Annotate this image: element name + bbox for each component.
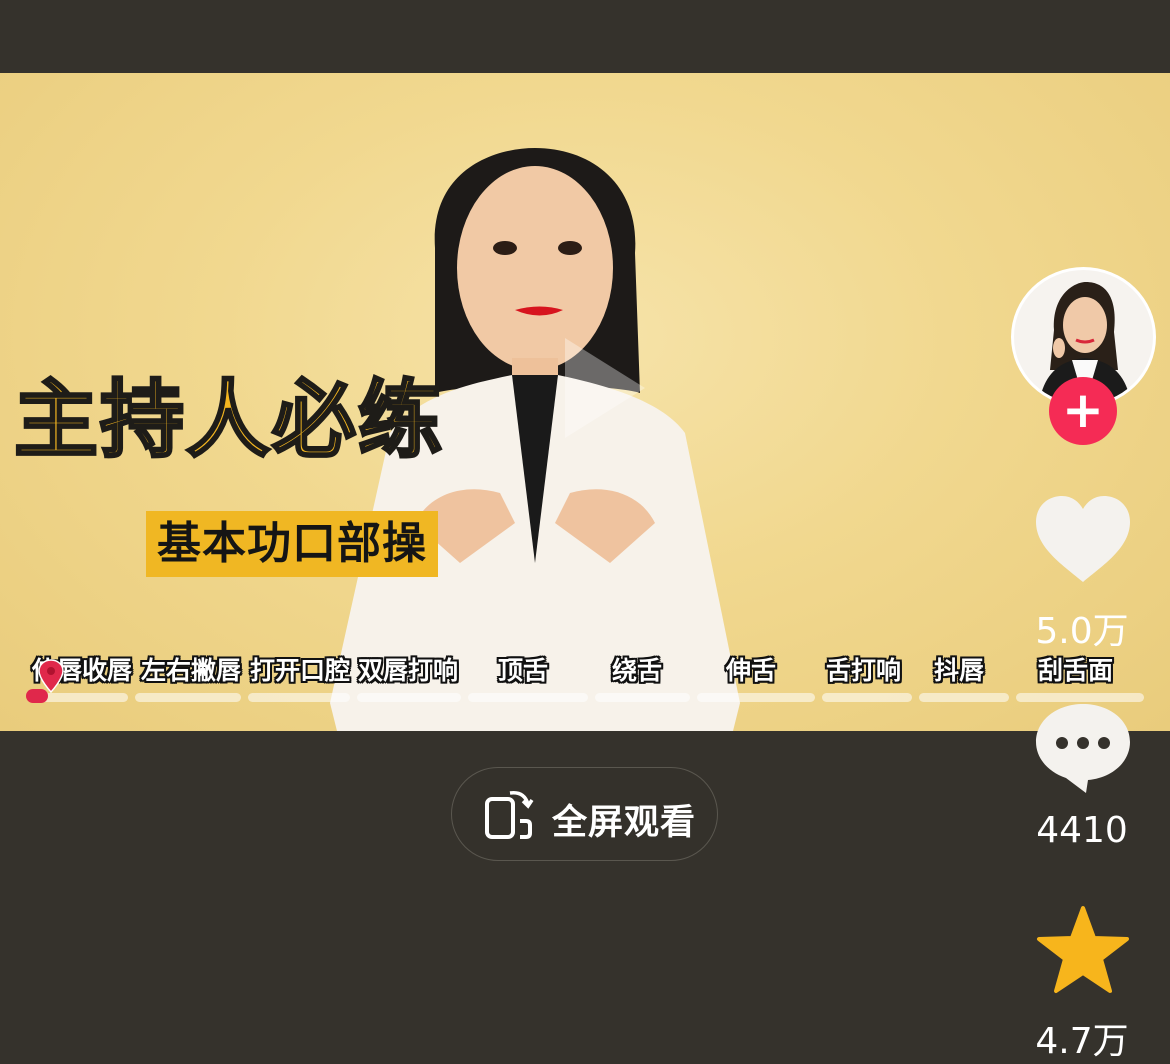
chapter-label[interactable]: 左右撇唇 <box>141 651 241 687</box>
progress-segment[interactable] <box>468 693 588 702</box>
favorite-count: 4.7万 <box>1035 1021 1129 1062</box>
chapter-label[interactable]: 打开口腔 <box>250 651 350 687</box>
chapter-label[interactable]: 绕舌 <box>612 651 662 687</box>
progress-segment[interactable] <box>357 693 461 702</box>
location-pin-icon <box>38 659 64 693</box>
rotate-screen-icon <box>485 790 534 839</box>
chapter-label[interactable]: 刮舌面 <box>1038 651 1113 687</box>
chapter-label[interactable]: 舌打响 <box>826 651 901 687</box>
chapter-label[interactable]: 双唇打响 <box>358 651 458 687</box>
progress-segment[interactable] <box>697 693 815 702</box>
progress-segment[interactable] <box>248 693 350 702</box>
video-title-sub: 基本功口部操 <box>146 511 438 577</box>
video-title-main: 主持人必练 <box>12 370 445 471</box>
chapter-label[interactable]: 抖唇 <box>934 651 984 687</box>
chapter-label[interactable]: 伸舌 <box>726 651 776 687</box>
progress-segment[interactable] <box>135 693 241 702</box>
comment-icon[interactable] <box>1034 700 1132 796</box>
progress-segment[interactable] <box>919 693 1009 702</box>
chapter-labels: 伸唇收唇 左右撇唇 打开口腔 双唇打响 顶舌 绕舌 伸舌 舌打响 抖唇 刮舌面 <box>0 651 1170 691</box>
follow-button[interactable]: + <box>1049 377 1117 445</box>
star-icon[interactable] <box>1036 905 1130 995</box>
like-count: 5.0万 <box>1035 611 1129 652</box>
play-icon[interactable] <box>505 303 675 473</box>
plus-icon: + <box>1062 381 1104 439</box>
chapter-label[interactable]: 顶舌 <box>498 651 548 687</box>
fullscreen-button[interactable]: 全屏观看 <box>451 767 718 861</box>
heart-icon[interactable] <box>1034 494 1132 586</box>
fullscreen-label: 全屏观看 <box>552 803 697 843</box>
comment-count: 4410 <box>1036 810 1128 851</box>
progress-segment[interactable] <box>822 693 912 702</box>
progress-segment[interactable] <box>595 693 690 702</box>
video-player[interactable]: 主持人必练 基本功口部操 伸唇收唇 左右撇唇 打开口腔 双唇打响 顶舌 绕舌 伸… <box>0 73 1170 731</box>
